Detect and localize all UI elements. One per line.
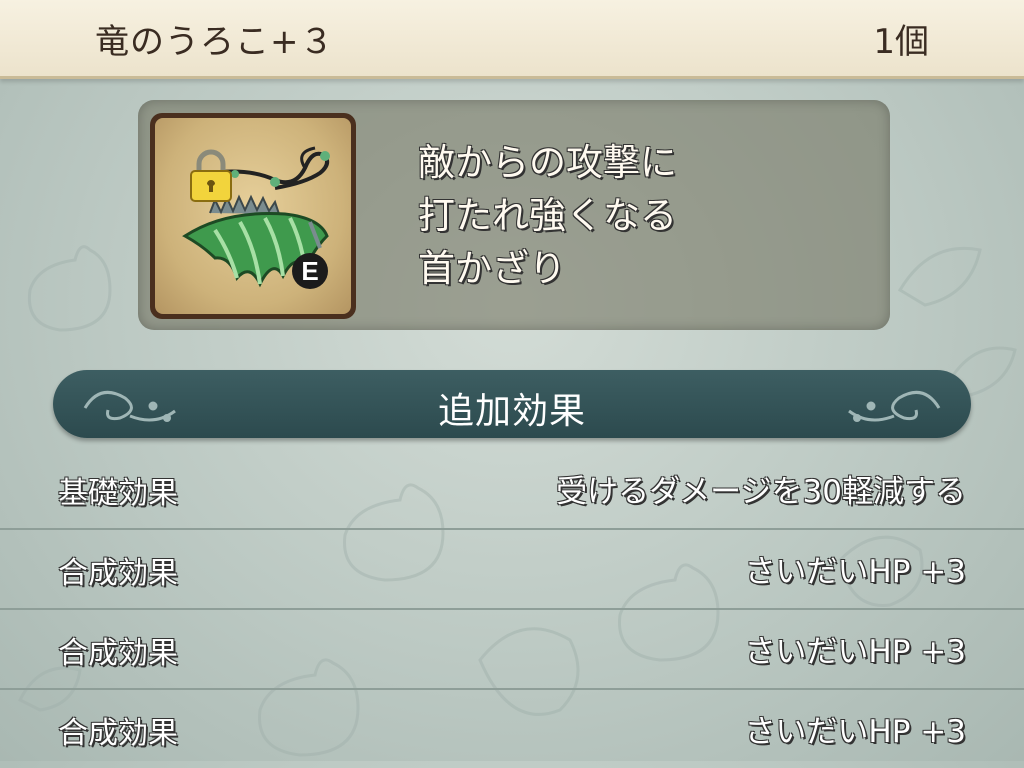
right-flourish-icon [848,390,941,422]
item-count: 1個 [873,22,929,62]
effect-row: 基礎効果 受けるダメージを30軽減する [0,448,1024,530]
effect-value: さいだいHP +3 [744,634,966,670]
effects-section-header: 追加効果 [53,370,971,438]
item-icon-frame[interactable] [150,113,356,319]
effect-label: 合成効果 [58,556,178,591]
effect-row: 合成効果 さいだいHP +3 [0,528,1024,610]
equipped-badge: E [292,253,328,289]
item-header: 竜のうろこ+３ 1個 [0,0,1024,79]
lock-icon [190,149,232,202]
effect-value: 受けるダメージを30軽減する [556,474,966,510]
effect-value: さいだいHP +3 [744,554,966,590]
item-name: 竜のうろこ+３ [95,22,335,62]
effect-row: 合成効果 さいだいHP +3 [0,688,1024,768]
effect-row: 合成効果 さいだいHP +3 [0,608,1024,690]
effect-label: 基礎効果 [58,476,178,511]
item-description: 敵からの攻撃に 打たれ強くなる 首かざり [418,141,677,290]
effect-label: 合成効果 [58,716,178,751]
effect-value: さいだいHP +3 [744,714,966,750]
effect-label: 合成効果 [58,636,178,671]
